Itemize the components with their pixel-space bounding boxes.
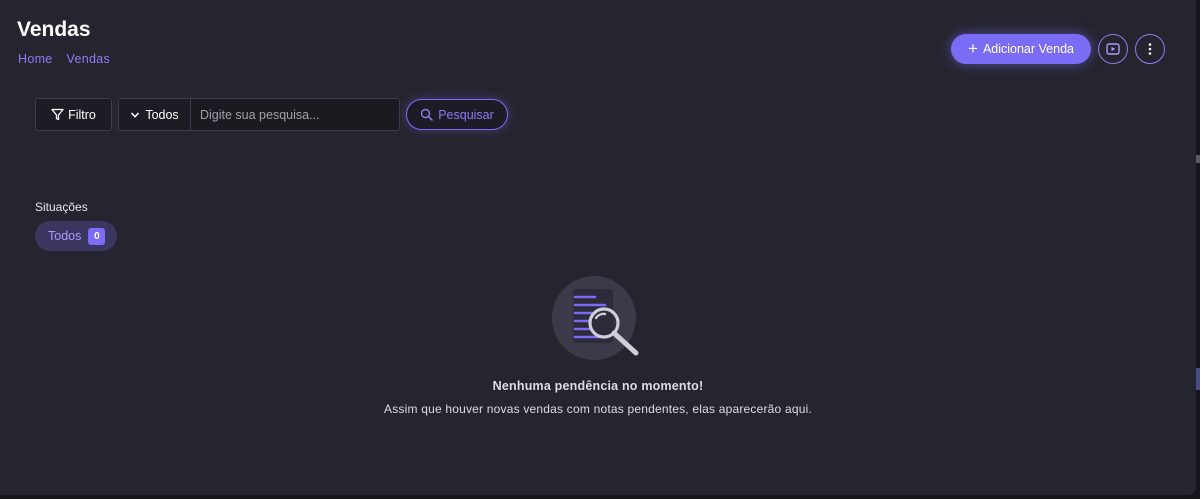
search-button-label: Pesquisar bbox=[438, 107, 494, 122]
filter-label: Filtro bbox=[68, 107, 96, 122]
video-button[interactable] bbox=[1098, 34, 1128, 64]
breadcrumb-vendas[interactable]: Vendas bbox=[67, 52, 111, 66]
page-title: Vendas bbox=[17, 18, 91, 41]
filter-icon bbox=[51, 108, 64, 121]
search-button[interactable]: Pesquisar bbox=[406, 99, 508, 130]
plus-icon: + bbox=[968, 38, 978, 58]
empty-state-message: Assim que houver novas vendas com notas … bbox=[384, 402, 812, 416]
add-sale-button[interactable]: + Adicionar Venda bbox=[951, 34, 1091, 64]
status-count-badge: 0 bbox=[88, 227, 106, 245]
add-sale-label: Adicionar Venda bbox=[982, 42, 1074, 56]
search-scope-select[interactable]: Todos bbox=[119, 99, 191, 130]
more-vertical-icon bbox=[1148, 43, 1152, 55]
search-group: Todos bbox=[118, 98, 400, 131]
search-scope-value: Todos bbox=[145, 107, 179, 122]
header-actions: + Adicionar Venda bbox=[951, 34, 1165, 64]
more-options-button[interactable] bbox=[1135, 34, 1165, 64]
situacoes-label: Situações bbox=[35, 200, 88, 214]
document-search-icon bbox=[552, 276, 639, 360]
play-video-icon bbox=[1106, 43, 1120, 55]
chevron-down-icon bbox=[131, 111, 140, 118]
status-chip-todos[interactable]: Todos 0 bbox=[35, 221, 117, 251]
filter-button[interactable]: Filtro bbox=[35, 98, 112, 131]
main-panel: Vendas Home Vendas + Adicionar Venda Fil… bbox=[0, 0, 1196, 495]
search-input[interactable] bbox=[191, 99, 399, 130]
breadcrumb-home[interactable]: Home bbox=[18, 52, 53, 66]
empty-state-title: Nenhuma pendência no momento! bbox=[492, 379, 704, 393]
search-toolbar: Filtro Todos Pesquisar bbox=[35, 98, 508, 131]
empty-state: Nenhuma pendência no momento! Assim que … bbox=[0, 276, 1196, 416]
search-icon bbox=[421, 108, 433, 121]
breadcrumb: Home Vendas bbox=[18, 52, 110, 66]
scroll-indicator bbox=[1196, 155, 1200, 163]
scroll-indicator bbox=[1196, 368, 1200, 390]
status-chip-label: Todos bbox=[48, 229, 82, 243]
